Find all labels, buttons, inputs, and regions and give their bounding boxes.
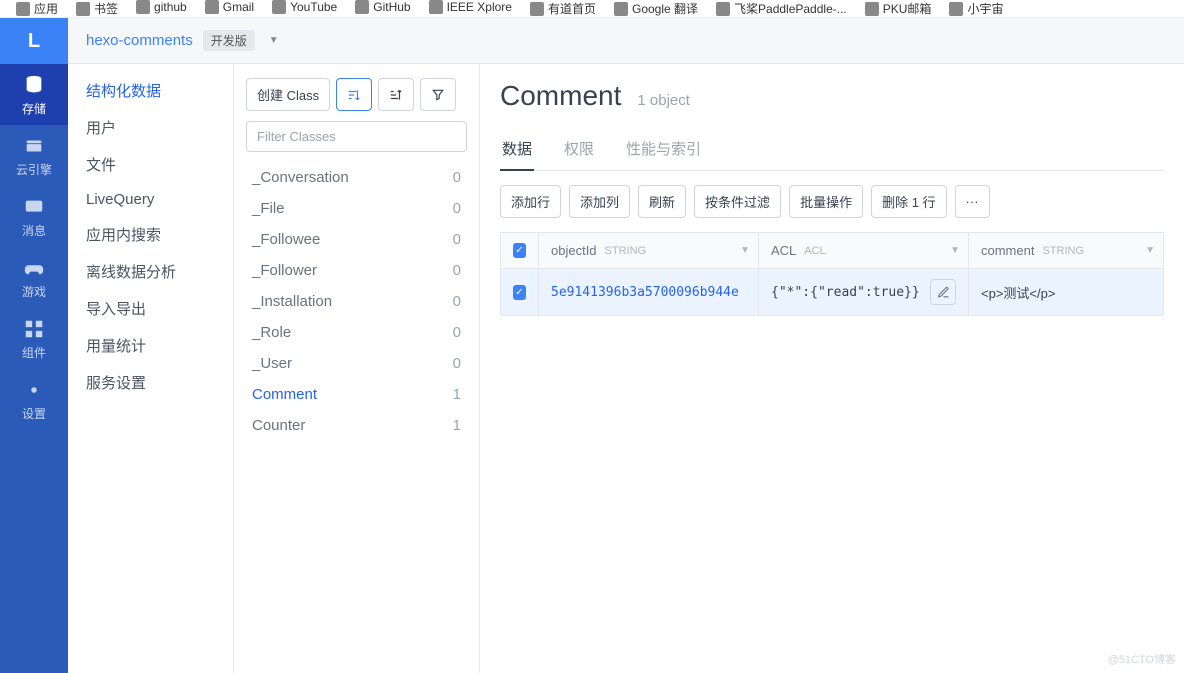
table-row[interactable]: ✓ 5e9141396b3a5700096b944e {"*":{"read":… <box>501 269 1163 315</box>
bookmark-item[interactable]: 飞桨PaddlePaddle-... <box>716 0 847 17</box>
gear-icon <box>21 379 47 401</box>
rail-label: 设置 <box>0 405 68 422</box>
left-rail: L 存储云引擎消息游戏组件设置 <box>0 18 68 673</box>
version-badge[interactable]: 开发版 <box>203 30 255 51</box>
edit-icon[interactable] <box>930 279 956 305</box>
rail-label: 消息 <box>0 222 68 239</box>
message-icon <box>21 196 47 218</box>
more-button[interactable]: ··· <box>955 185 990 218</box>
class-row[interactable]: _Followee0 <box>246 224 467 255</box>
tab[interactable]: 性能与索引 <box>624 130 703 171</box>
class-row[interactable]: Counter1 <box>246 410 467 441</box>
sidebar-item[interactable]: 服务设置 <box>68 364 233 401</box>
class-row[interactable]: _Role0 <box>246 317 467 348</box>
filter-classes-input[interactable] <box>246 121 467 152</box>
column-header-comment[interactable]: commentSTRING▼ <box>969 233 1163 268</box>
bookmark-item[interactable]: Google 翻译 <box>614 0 698 17</box>
rail-label: 组件 <box>0 344 68 361</box>
class-row[interactable]: _Installation0 <box>246 286 467 317</box>
objectid-link[interactable]: 5e9141396b3a5700096b944e <box>551 285 739 300</box>
add-column-button[interactable]: 添加列 <box>569 185 630 218</box>
watermark: @51CTO博客 <box>1108 651 1176 667</box>
bookmark-item[interactable]: PKU邮箱 <box>865 0 932 17</box>
bookmark-item[interactable]: github <box>136 0 187 14</box>
object-count: 1 object <box>637 92 690 109</box>
rail-label: 存储 <box>0 100 68 117</box>
rail-item-cloud[interactable]: 云引擎 <box>0 125 68 186</box>
create-class-button[interactable]: 创建 Class <box>246 78 330 111</box>
rail-item-grid[interactable]: 组件 <box>0 308 68 369</box>
class-row[interactable]: _User0 <box>246 348 467 379</box>
logo[interactable]: L <box>0 18 68 64</box>
filter-button[interactable]: 按条件过滤 <box>694 185 781 218</box>
column-header-acl[interactable]: ACLACL▼ <box>759 233 969 268</box>
sidebar-item[interactable]: 导入导出 <box>68 290 233 327</box>
bookmarks-bar: 应用 书签 github Gmail YouTube GitHub IEEE Xplore 有… <box>0 0 1184 18</box>
delete-rows-button[interactable]: 删除 1 行 <box>871 185 946 218</box>
data-table: ✓ objectIdSTRING▼ ACLACL▼ commentSTRING▼… <box>500 232 1164 316</box>
class-panel: 创建 Class _Conversation0_File0_Followee0_… <box>234 64 480 673</box>
main-panel: Comment 1 object 数据权限性能与索引 添加行 添加列 刷新 按条… <box>480 64 1184 673</box>
select-all-checkbox[interactable]: ✓ <box>513 243 526 258</box>
class-row[interactable]: _Conversation0 <box>246 162 467 193</box>
page-title: Comment <box>500 80 621 112</box>
database-icon <box>21 74 47 96</box>
sidebar-item[interactable]: 离线数据分析 <box>68 253 233 290</box>
comment-value: <p>测试</p> <box>981 283 1055 302</box>
bookmark-item[interactable]: YouTube <box>272 0 337 14</box>
game-icon <box>21 257 47 279</box>
rail-item-gear[interactable]: 设置 <box>0 369 68 430</box>
class-row[interactable]: Comment1 <box>246 379 467 410</box>
add-row-button[interactable]: 添加行 <box>500 185 561 218</box>
bookmark-item[interactable]: 应用 <box>16 0 58 17</box>
rail-label: 云引擎 <box>0 161 68 178</box>
top-header: hexo-comments 开发版 ▼ <box>68 18 1184 64</box>
bookmark-item[interactable]: 小宇宙 <box>949 0 1003 17</box>
class-row[interactable]: _Follower0 <box>246 255 467 286</box>
tab[interactable]: 数据 <box>500 130 534 171</box>
sidebar-item[interactable]: 结构化数据 <box>68 72 233 109</box>
rail-label: 游戏 <box>0 283 68 300</box>
cloud-icon <box>21 135 47 157</box>
bookmark-item[interactable]: Gmail <box>205 0 254 14</box>
column-header-objectid[interactable]: objectIdSTRING▼ <box>539 233 759 268</box>
sort-asc-button[interactable] <box>336 78 372 111</box>
bookmark-item[interactable]: 书签 <box>76 0 118 17</box>
row-checkbox[interactable]: ✓ <box>513 285 526 300</box>
tab[interactable]: 权限 <box>562 130 596 171</box>
tabs: 数据权限性能与索引 <box>500 130 1164 171</box>
sort-desc-button[interactable] <box>378 78 414 111</box>
batch-button[interactable]: 批量操作 <box>789 185 863 218</box>
rail-item-message[interactable]: 消息 <box>0 186 68 247</box>
bookmark-item[interactable]: 有道首页 <box>530 0 596 17</box>
acl-value: {"*":{"read":true}} <box>771 285 920 300</box>
rail-item-database[interactable]: 存储 <box>0 64 68 125</box>
sidebar-item[interactable]: LiveQuery <box>68 183 233 216</box>
sidebar-nav: 结构化数据用户文件LiveQuery应用内搜索离线数据分析导入导出用量统计服务设… <box>68 64 234 673</box>
sidebar-item[interactable]: 用量统计 <box>68 327 233 364</box>
chevron-down-icon[interactable]: ▼ <box>269 35 279 46</box>
app-name-link[interactable]: hexo-comments <box>86 32 193 49</box>
sidebar-item[interactable]: 应用内搜索 <box>68 216 233 253</box>
grid-icon <box>21 318 47 340</box>
bookmark-item[interactable]: GitHub <box>355 0 410 14</box>
sidebar-item[interactable]: 文件 <box>68 146 233 183</box>
refresh-button[interactable]: 刷新 <box>638 185 686 218</box>
rail-item-game[interactable]: 游戏 <box>0 247 68 308</box>
sidebar-item[interactable]: 用户 <box>68 109 233 146</box>
filter-icon-button[interactable] <box>420 78 456 111</box>
bookmark-item[interactable]: IEEE Xplore <box>429 0 512 14</box>
class-row[interactable]: _File0 <box>246 193 467 224</box>
